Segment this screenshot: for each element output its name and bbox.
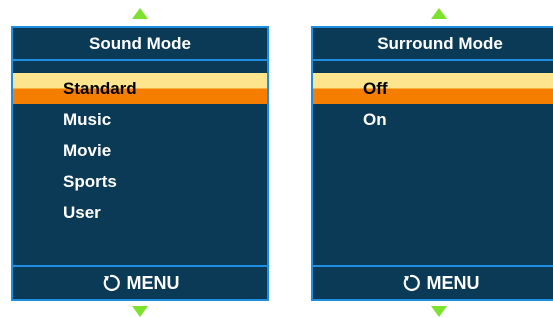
arrow-down-icon[interactable] xyxy=(132,306,148,317)
arrow-up-icon[interactable] xyxy=(132,8,148,19)
menu-item-user[interactable]: User xyxy=(13,197,267,228)
menu-return-button[interactable]: MENU xyxy=(13,265,267,299)
menu-return-button[interactable]: MENU xyxy=(313,265,553,299)
panel-title: Surround Mode xyxy=(313,28,553,61)
surround-mode-panel: Surround Mode Off On MENU xyxy=(311,26,553,301)
menu-item-movie[interactable]: Movie xyxy=(13,135,267,166)
menu-item-on[interactable]: On xyxy=(313,104,553,135)
sound-mode-list: Standard Music Movie Sports User xyxy=(13,73,267,228)
panel-title: Sound Mode xyxy=(13,28,267,61)
arrow-down-icon[interactable] xyxy=(431,306,447,317)
return-icon xyxy=(103,274,120,292)
sound-mode-panel: Sound Mode Standard Music Movie Sports U… xyxy=(11,26,269,301)
menu-label: MENU xyxy=(426,272,480,293)
menu-item-standard[interactable]: Standard xyxy=(13,73,267,104)
menu-label: MENU xyxy=(126,272,180,293)
menu-item-sports[interactable]: Sports xyxy=(13,166,267,197)
return-icon xyxy=(403,274,420,292)
surround-mode-list: Off On xyxy=(313,73,553,135)
menu-item-off[interactable]: Off xyxy=(313,73,553,104)
menu-item-music[interactable]: Music xyxy=(13,104,267,135)
arrow-up-icon[interactable] xyxy=(431,8,447,19)
